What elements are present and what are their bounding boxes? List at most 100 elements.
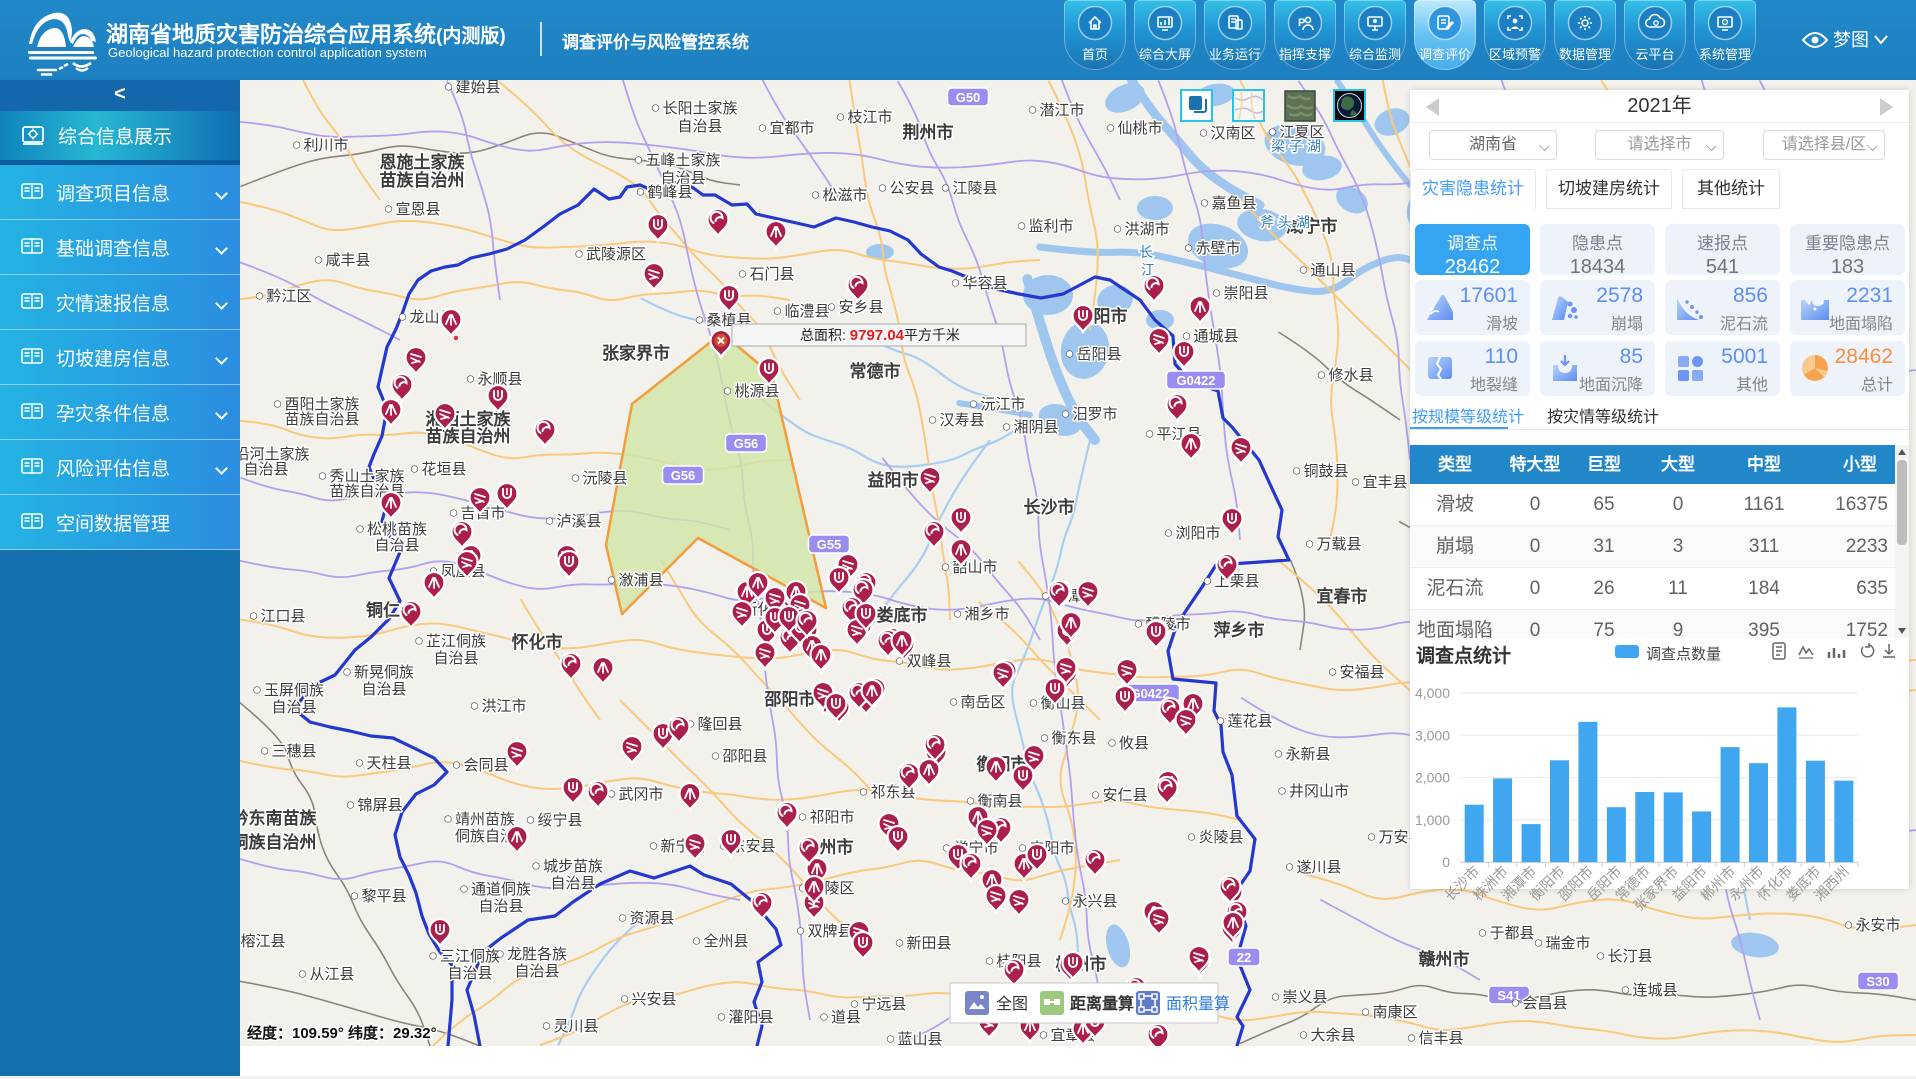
- svg-text:榕江县: 榕江县: [240, 933, 285, 950]
- svg-text:1,000: 1,000: [1415, 812, 1450, 828]
- svg-text:从江县: 从江县: [309, 966, 354, 983]
- svg-text:G56: G56: [734, 436, 759, 451]
- svg-text:锦屏县: 锦屏县: [357, 797, 402, 814]
- svg-text:黔东南苗族: 黔东南苗族: [240, 808, 317, 828]
- svg-text:赤壁市: 赤壁市: [1195, 240, 1240, 257]
- svg-text:咸丰县: 咸丰县: [325, 252, 370, 269]
- svg-text:南岳区: 南岳区: [960, 694, 1005, 711]
- svg-text:双牌县: 双牌县: [807, 923, 852, 940]
- svg-text:长阳土家族: 长阳土家族: [662, 100, 737, 117]
- svg-text:自治县: 自治县: [478, 898, 523, 915]
- svg-text:自治县: 自治县: [243, 461, 288, 478]
- svg-text:常德市: 常德市: [850, 361, 901, 381]
- svg-text:武冈市: 武冈市: [618, 786, 663, 803]
- svg-text:邵阳县: 邵阳县: [722, 748, 767, 765]
- svg-text:通山县: 通山县: [1310, 262, 1355, 279]
- svg-text:自治县: 自治县: [374, 537, 419, 554]
- svg-text:荆州市: 荆州市: [903, 122, 954, 142]
- svg-text:汉寿县: 汉寿县: [939, 412, 984, 429]
- svg-text:怀化市: 怀化市: [512, 632, 563, 652]
- svg-text:南康区: 南康区: [1372, 1004, 1417, 1021]
- svg-text:漵浦县: 漵浦县: [618, 572, 663, 589]
- svg-text:经度：109.59° 纬度：29.32°: 经度：109.59° 纬度：29.32°: [247, 1024, 437, 1042]
- svg-text:利川市: 利川市: [303, 137, 348, 154]
- svg-text:祁阳市: 祁阳市: [809, 809, 854, 826]
- svg-text:连城县: 连城县: [1632, 982, 1677, 999]
- svg-text:龙胜各族: 龙胜各族: [507, 946, 567, 963]
- svg-text:枝江市: 枝江市: [847, 109, 892, 126]
- svg-text:安乡县: 安乡县: [838, 299, 883, 316]
- svg-text:资源县: 资源县: [629, 910, 674, 927]
- svg-text:五峰土家族: 五峰土家族: [645, 152, 720, 169]
- svg-text:22: 22: [1237, 950, 1251, 965]
- svg-text:建始县: 建始县: [455, 80, 500, 96]
- svg-text:长: 长: [1139, 244, 1153, 260]
- svg-text:鹤峰县: 鹤峰县: [647, 184, 692, 201]
- svg-text:通道侗族: 通道侗族: [471, 881, 531, 898]
- svg-text:公安县: 公安县: [889, 180, 934, 197]
- svg-text:长汀县: 长汀县: [1607, 948, 1652, 965]
- svg-text:浏阳市: 浏阳市: [1175, 525, 1220, 542]
- svg-text:临澧县: 临澧县: [784, 303, 829, 320]
- svg-text:沅陵县: 沅陵县: [582, 470, 627, 487]
- svg-text:绥宁县: 绥宁县: [537, 812, 582, 829]
- svg-text:三江侗族: 三江侗族: [440, 948, 500, 965]
- svg-text:潜江市: 潜江市: [1039, 102, 1084, 119]
- svg-text:攸县: 攸县: [1119, 735, 1149, 752]
- svg-text:长沙市: 长沙市: [1024, 497, 1075, 517]
- svg-text:G56: G56: [671, 468, 696, 483]
- svg-text:斧 头 湖: 斧 头 湖: [1260, 214, 1310, 230]
- svg-text:会昌县: 会昌县: [1522, 995, 1567, 1012]
- svg-text:3,000: 3,000: [1415, 727, 1450, 743]
- svg-text:花垣县: 花垣县: [421, 461, 466, 478]
- svg-text:安仁县: 安仁县: [1102, 787, 1147, 804]
- svg-text:沅江市: 沅江市: [980, 396, 1025, 413]
- svg-text:兴安县: 兴安县: [631, 991, 676, 1008]
- svg-text:遂川县: 遂川县: [1296, 859, 1341, 876]
- svg-text:汨罗市: 汨罗市: [1072, 406, 1117, 423]
- svg-text:湘乡市: 湘乡市: [964, 606, 1009, 623]
- svg-text:邵阳市: 邵阳市: [764, 689, 816, 709]
- svg-text:苗族自治州: 苗族自治州: [380, 170, 465, 190]
- svg-text:自治县: 自治县: [514, 963, 559, 980]
- svg-text:永新县: 永新县: [1285, 746, 1330, 763]
- svg-text:宜春市: 宜春市: [1317, 586, 1368, 606]
- svg-text:城步苗族: 城步苗族: [543, 858, 603, 875]
- svg-text:三穗县: 三穗县: [271, 743, 316, 760]
- svg-text:灌阳县: 灌阳县: [728, 1009, 773, 1026]
- svg-text:4,000: 4,000: [1415, 685, 1450, 701]
- svg-text:黎平县: 黎平县: [361, 888, 406, 905]
- svg-text:井冈山市: 井冈山市: [1289, 783, 1349, 800]
- svg-text:湘阴县: 湘阴县: [1013, 419, 1058, 436]
- svg-text:新晃侗族: 新晃侗族: [354, 664, 414, 681]
- svg-text:全图: 全图: [996, 995, 1028, 1013]
- svg-text:武陵源区: 武陵源区: [586, 246, 646, 263]
- svg-text:侗族自治州: 侗族自治州: [240, 832, 317, 852]
- svg-text:全州县: 全州县: [703, 932, 748, 950]
- svg-text:宜都市: 宜都市: [769, 120, 814, 137]
- svg-text:自治县: 自治县: [447, 965, 492, 982]
- svg-text:松滋市: 松滋市: [822, 187, 867, 204]
- svg-text:2,000: 2,000: [1415, 770, 1450, 786]
- svg-text:大余县: 大余县: [1310, 1026, 1355, 1044]
- svg-text:自治县: 自治县: [271, 699, 316, 716]
- svg-text:洪江市: 洪江市: [481, 698, 526, 715]
- svg-text:自治县: 自治县: [550, 875, 595, 892]
- svg-text:玉屏侗族: 玉屏侗族: [264, 682, 324, 699]
- svg-text:崇阳县: 崇阳县: [1223, 285, 1268, 302]
- svg-text:通城县: 通城县: [1193, 328, 1238, 345]
- svg-text:天柱县: 天柱县: [366, 755, 411, 772]
- svg-text:修水县: 修水县: [1328, 367, 1373, 384]
- svg-text:G50: G50: [956, 90, 981, 105]
- svg-text:炎陵县: 炎陵县: [1198, 829, 1243, 846]
- svg-text:永兴县: 永兴县: [1072, 893, 1117, 910]
- svg-text:苗族自治县: 苗族自治县: [284, 411, 359, 428]
- svg-text:娄底市: 娄底市: [877, 605, 928, 625]
- svg-text:宣恩县: 宣恩县: [395, 201, 440, 218]
- svg-text:铜鼓县: 铜鼓县: [1303, 463, 1348, 480]
- svg-text:仙桃市: 仙桃市: [1117, 120, 1162, 137]
- svg-text:桃源县: 桃源县: [734, 383, 779, 400]
- svg-text:道县: 道县: [831, 1009, 861, 1026]
- svg-text:华容县: 华容县: [962, 275, 1007, 292]
- svg-text:新田县: 新田县: [906, 935, 951, 952]
